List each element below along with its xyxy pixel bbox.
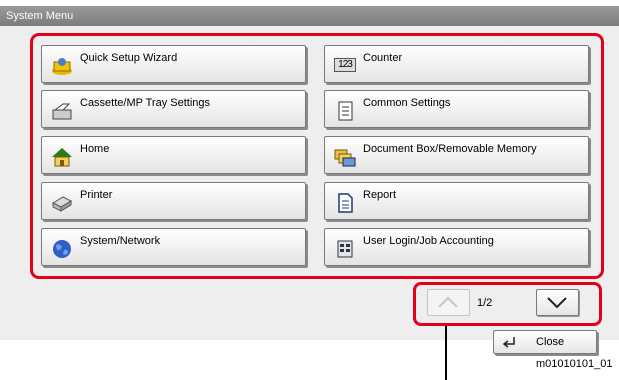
- menu-highlight-frame: [30, 33, 604, 279]
- close-button[interactable]: Close: [493, 330, 597, 354]
- window-title: System Menu: [0, 6, 619, 26]
- figure-caption: m01010101_01: [536, 358, 613, 370]
- return-icon: [502, 337, 515, 348]
- callout-line: [445, 326, 447, 380]
- pager-highlight-frame: [413, 282, 602, 326]
- close-label: Close: [536, 336, 565, 348]
